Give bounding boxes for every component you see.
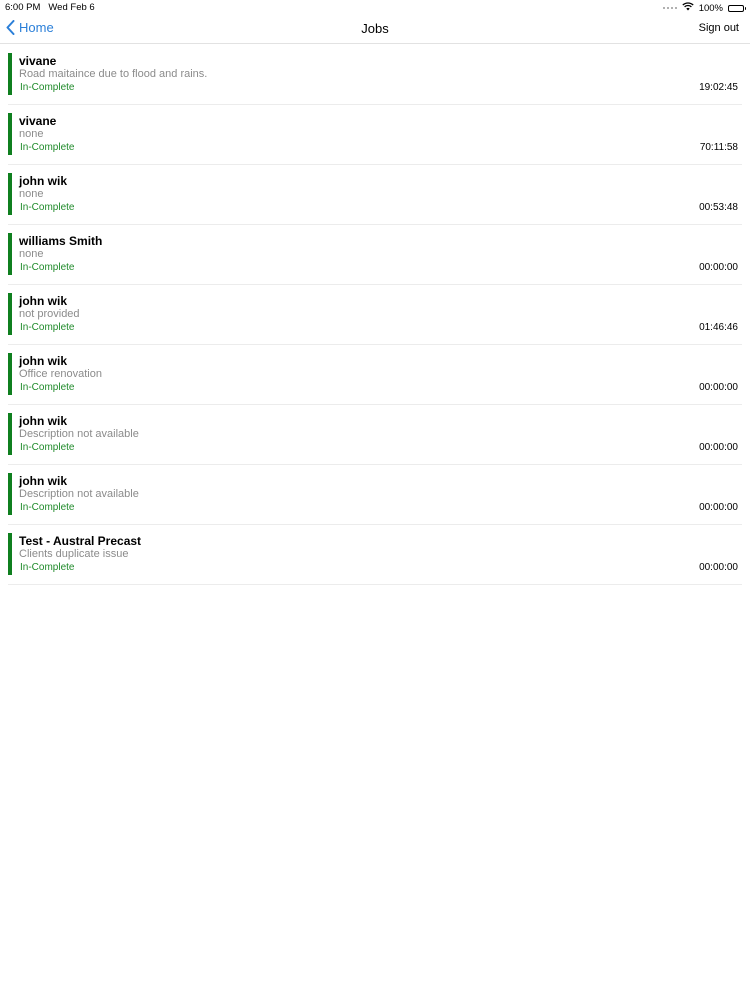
job-description: none bbox=[19, 188, 44, 200]
battery-percent: 100% bbox=[698, 2, 723, 14]
job-status: In-Complete bbox=[20, 322, 75, 333]
signal-dots-icon bbox=[662, 7, 677, 9]
navigation-bar: Home Jobs Sign out bbox=[0, 16, 750, 44]
job-row[interactable]: john wik Description not available In-Comp… bbox=[8, 405, 742, 465]
job-row[interactable]: vivane none In-Complete 70:11:58 bbox=[8, 105, 742, 165]
job-description: Clients duplicate issue bbox=[19, 548, 129, 560]
job-description: Office renovation bbox=[19, 368, 102, 380]
job-client-name: vivane bbox=[19, 114, 57, 128]
back-label: Home bbox=[19, 20, 54, 35]
chevron-left-icon bbox=[6, 20, 15, 35]
wifi-icon bbox=[682, 2, 694, 14]
status-date: Wed Feb 6 bbox=[48, 2, 95, 13]
job-elapsed-time: 00:00:00 bbox=[699, 502, 738, 513]
job-status: In-Complete bbox=[20, 562, 75, 573]
job-elapsed-time: 00:00:00 bbox=[699, 442, 738, 453]
job-row[interactable]: williams Smith none In-Complete 00:00:00 bbox=[8, 225, 742, 285]
status-bar-right: 100% bbox=[662, 2, 746, 14]
job-status: In-Complete bbox=[20, 382, 75, 393]
job-status: In-Complete bbox=[20, 142, 75, 153]
job-client-name: Test - Austral Precast bbox=[19, 534, 142, 548]
status-bar: 6:00 PM Wed Feb 6 100% bbox=[0, 0, 750, 16]
job-client-name: john wik bbox=[19, 174, 67, 188]
job-row[interactable]: john wik Office renovation In-Complete 00:0… bbox=[8, 345, 742, 405]
job-description: not provided bbox=[19, 308, 80, 320]
job-description: none bbox=[19, 248, 44, 260]
job-description: none bbox=[19, 128, 44, 140]
status-indicator-bar bbox=[8, 293, 12, 335]
job-client-name: john wik bbox=[19, 474, 67, 488]
job-elapsed-time: 00:53:48 bbox=[699, 202, 738, 213]
job-list: vivane Road maitaince due to flood and ra… bbox=[8, 45, 742, 585]
job-elapsed-time: 70:11:58 bbox=[699, 142, 738, 153]
job-client-name: john wik bbox=[19, 414, 67, 428]
job-status: In-Complete bbox=[20, 262, 75, 273]
job-status: In-Complete bbox=[20, 202, 75, 213]
job-elapsed-time: 00:00:00 bbox=[699, 262, 738, 273]
job-client-name: vivane bbox=[19, 54, 57, 68]
status-indicator-bar bbox=[8, 233, 12, 275]
sign-out-button[interactable]: Sign out bbox=[699, 22, 739, 34]
job-client-name: williams Smith bbox=[19, 234, 103, 248]
job-elapsed-time: 01:46:46 bbox=[699, 322, 738, 333]
job-row[interactable]: john wik Description not available In-Comp… bbox=[8, 465, 742, 525]
status-indicator-bar bbox=[8, 473, 12, 515]
job-row[interactable]: john wik none In-Complete 00:53:48 bbox=[8, 165, 742, 225]
job-client-name: john wik bbox=[19, 354, 67, 368]
job-description: Description not available bbox=[19, 488, 139, 500]
status-indicator-bar bbox=[8, 53, 12, 95]
status-indicator-bar bbox=[8, 113, 12, 155]
status-indicator-bar bbox=[8, 413, 12, 455]
status-indicator-bar bbox=[8, 533, 12, 575]
job-row[interactable]: john wik not provided In-Complete 01:46:46 bbox=[8, 285, 742, 345]
job-description: Description not available bbox=[19, 428, 139, 440]
job-row[interactable]: Test - Austral Precast Clients duplicate … bbox=[8, 525, 742, 585]
status-indicator-bar bbox=[8, 353, 12, 395]
back-button[interactable]: Home bbox=[6, 20, 54, 35]
status-bar-left: 6:00 PM Wed Feb 6 bbox=[5, 2, 95, 13]
job-elapsed-time: 00:00:00 bbox=[699, 562, 738, 573]
status-indicator-bar bbox=[8, 173, 12, 215]
page-title: Jobs bbox=[361, 21, 389, 36]
job-client-name: john wik bbox=[19, 294, 67, 308]
job-row[interactable]: vivane Road maitaince due to flood and ra… bbox=[8, 45, 742, 105]
battery-icon bbox=[728, 4, 746, 12]
job-status: In-Complete bbox=[20, 82, 75, 93]
job-description: Road maitaince due to flood and rains. bbox=[19, 68, 208, 80]
job-status: In-Complete bbox=[20, 502, 75, 513]
job-elapsed-time: 00:00:00 bbox=[699, 382, 738, 393]
status-time: 6:00 PM bbox=[5, 2, 41, 13]
job-status: In-Complete bbox=[20, 442, 75, 453]
job-elapsed-time: 19:02:45 bbox=[699, 82, 738, 93]
